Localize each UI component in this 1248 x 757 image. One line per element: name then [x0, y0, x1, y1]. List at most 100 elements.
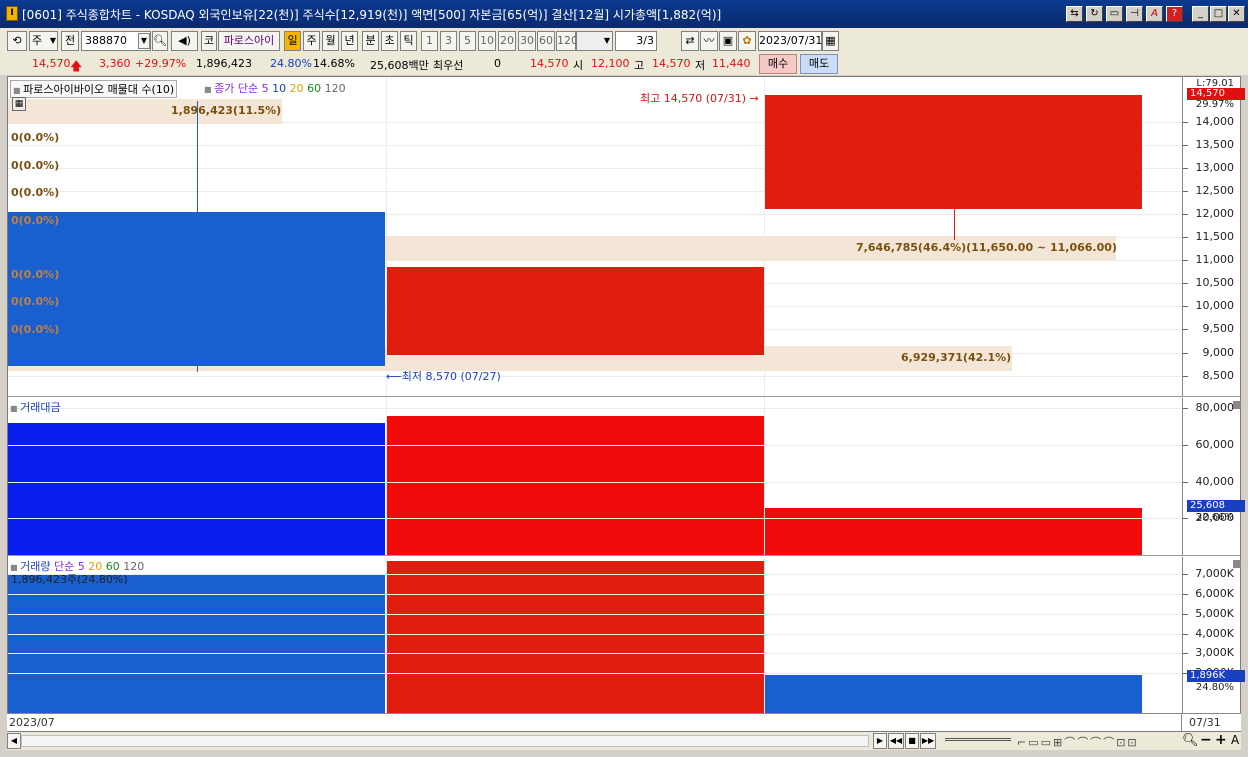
speaker-icon[interactable]: ◀)	[171, 31, 198, 51]
price-axis[interactable]: L:79.01 14,570 29.97% 14,000 13,500 13,000…	[1182, 77, 1245, 396]
ma-legend[interactable]: ■ 종가 단순 5 10 20 60 120	[204, 80, 346, 96]
app-icon: I	[6, 6, 18, 21]
ma-period: 10	[272, 82, 287, 95]
stock-name-label[interactable]: 파로스아이	[218, 31, 280, 51]
chart-area[interactable]: ■ 파로스아이바이오 매물대 수(10) ■ 종가 단순 5 10 20 60 …	[7, 76, 1245, 732]
pane-close-icon[interactable]	[1233, 560, 1241, 568]
period-day-button[interactable]: 일	[284, 31, 301, 51]
volume-ratio: 24.80%	[270, 57, 312, 70]
period-minute-button[interactable]: 분	[362, 31, 379, 51]
interval-button[interactable]: 20	[498, 31, 516, 51]
chevron-down-icon[interactable]: ▼	[138, 33, 150, 49]
low-label: 저	[695, 59, 706, 72]
prev-button[interactable]: 전	[61, 31, 79, 51]
buy-button[interactable]: 매수	[759, 54, 797, 74]
axis-tick	[1183, 573, 1188, 575]
interval-select[interactable]: ▼	[576, 31, 613, 51]
minimize-button[interactable]: _	[1192, 6, 1209, 22]
axis-tick	[1183, 375, 1188, 377]
axis-tick-label: 8,500	[1202, 368, 1235, 382]
interval-button[interactable]: 1	[421, 31, 438, 51]
volume-bar	[387, 415, 764, 555]
axis-tick-label: 5,000K	[1195, 606, 1234, 620]
ma-label: 종가 단순	[214, 82, 259, 95]
period-year-button[interactable]: 년	[341, 31, 358, 51]
search-icon[interactable]: 🔍︎	[152, 31, 168, 51]
market-type-select[interactable]: 주 ▼	[29, 31, 58, 51]
volume-profile-label: 0(0.0%)	[11, 159, 60, 172]
interval-button[interactable]: 120	[556, 31, 578, 51]
period-month-button[interactable]: 월	[322, 31, 339, 51]
volume-profile-label: 0(0.0%)	[11, 131, 60, 144]
ma-period: 60	[307, 82, 322, 95]
amount-axis[interactable]: 80,000 60,000 40,000 20,000 25,608 32.66%	[1182, 398, 1245, 555]
zoom-slider[interactable]	[945, 738, 1011, 741]
volume-bar	[387, 560, 764, 713]
date-axis: 2023/07 07/31	[7, 713, 1241, 732]
grid-hline	[8, 481, 1182, 483]
amount-title: 거래대금	[20, 401, 61, 414]
high-label: 고	[634, 59, 645, 72]
scroll-left-button[interactable]: ◀	[7, 733, 21, 749]
history-icon[interactable]: ⟲	[7, 31, 27, 51]
refresh-icon[interactable]: ↻	[1086, 6, 1103, 22]
zoom-out-icon[interactable]: −	[1200, 732, 1212, 748]
page-indicator[interactable]: 3/3	[615, 31, 657, 51]
amount-current-tag: 25,608	[1187, 500, 1245, 512]
table-icon[interactable]: ▦	[12, 97, 26, 111]
price-change: 3,360	[99, 57, 131, 70]
sell-button[interactable]: 매도	[800, 54, 838, 74]
help-icon[interactable]: ?	[1166, 6, 1183, 22]
axis-tick-label: 3,000K	[1195, 646, 1234, 660]
period-tick-button[interactable]: 틱	[400, 31, 417, 51]
text-tool-icon[interactable]: A	[1231, 733, 1239, 747]
amount-pane[interactable]: ■ 거래대금 80,000 60,000 40,000 20,000 25,608 3…	[8, 398, 1245, 556]
save-icon[interactable]: ▣	[719, 31, 737, 51]
volume-pane[interactable]: ■ 거래량 단순 5 20 60 120 1,896,423주(24.80%) …	[8, 557, 1245, 714]
axis-tick	[1183, 481, 1188, 483]
stop-icon[interactable]: ■	[905, 733, 919, 749]
axis-tick-label: 4,000K	[1195, 626, 1234, 640]
window-icon[interactable]: ▭	[1106, 6, 1123, 22]
link-icon[interactable]: ⇆	[1066, 6, 1083, 22]
grid-hline	[8, 593, 1182, 595]
volume-profile-label: 1,896,423(11.5%)	[171, 104, 282, 117]
toolbar: ⟲ 주 ▼ 전 388870 ▼ 🔍︎ ◀) 코 파로스아이 일 주 월 년 분 …	[0, 28, 1248, 53]
axis-tick	[1183, 613, 1188, 615]
current-pct-tag: 29.97%	[1195, 99, 1234, 110]
scroll-track[interactable]	[21, 735, 869, 747]
axis-tick-label: 13,500	[1195, 137, 1235, 151]
close-button[interactable]: ✕	[1228, 6, 1245, 22]
calendar-icon[interactable]: ▦	[822, 31, 839, 51]
rewind-icon[interactable]: ◀◀	[888, 733, 904, 749]
gear-icon[interactable]: ✿	[738, 31, 756, 51]
stock-title-legend[interactable]: ■ 파로스아이바이오 매물대 수(10)	[10, 80, 178, 98]
interval-button[interactable]: 30	[518, 31, 536, 51]
pin-icon[interactable]: ⊣	[1126, 6, 1143, 22]
interval-button[interactable]: 5	[459, 31, 476, 51]
period-second-button[interactable]: 초	[381, 31, 398, 51]
drawing-tools-icon[interactable]: ⌐▭▭⊞⌒⌒⌒⌒⊡⊡	[1017, 734, 1139, 750]
scroll-bar: ◀ ▶ ◀◀ ■ ▶▶ ⌐▭▭⊞⌒⌒⌒⌒⊡⊡ 🔍︎ − + A	[7, 732, 1241, 750]
date-input[interactable]: 2023/07/31	[758, 31, 822, 51]
zoom-search-icon[interactable]: 🔍︎	[1182, 733, 1199, 748]
chart-line-icon[interactable]: 〰	[700, 31, 718, 51]
play-icon[interactable]: ▶	[873, 733, 887, 749]
volume-bar	[765, 508, 1142, 555]
axis-tick-label: 10,000	[1195, 299, 1235, 313]
volume-axis[interactable]: 7,000K6,000K5,000K4,000K3,000K2,000K 1,8…	[1182, 557, 1245, 713]
maximize-button[interactable]: □	[1210, 6, 1227, 22]
axis-tick-label: 40,000	[1195, 474, 1235, 488]
interval-button[interactable]: 10	[478, 31, 496, 51]
interval-button[interactable]: 3	[440, 31, 457, 51]
fast-forward-icon[interactable]: ▶▶	[920, 733, 936, 749]
zoom-in-icon[interactable]: +	[1215, 732, 1227, 748]
tool-icon[interactable]: ⇄	[681, 31, 699, 51]
interval-button[interactable]: 60	[537, 31, 555, 51]
axis-tick	[1183, 121, 1188, 123]
amount-legend[interactable]: ■ 거래대금	[10, 399, 61, 415]
font-icon[interactable]: A	[1146, 6, 1163, 22]
period-week-button[interactable]: 주	[303, 31, 320, 51]
price-pane[interactable]: ■ 파로스아이바이오 매물대 수(10) ■ 종가 단순 5 10 20 60 …	[8, 77, 1245, 397]
pane-close-icon[interactable]	[1233, 401, 1241, 409]
